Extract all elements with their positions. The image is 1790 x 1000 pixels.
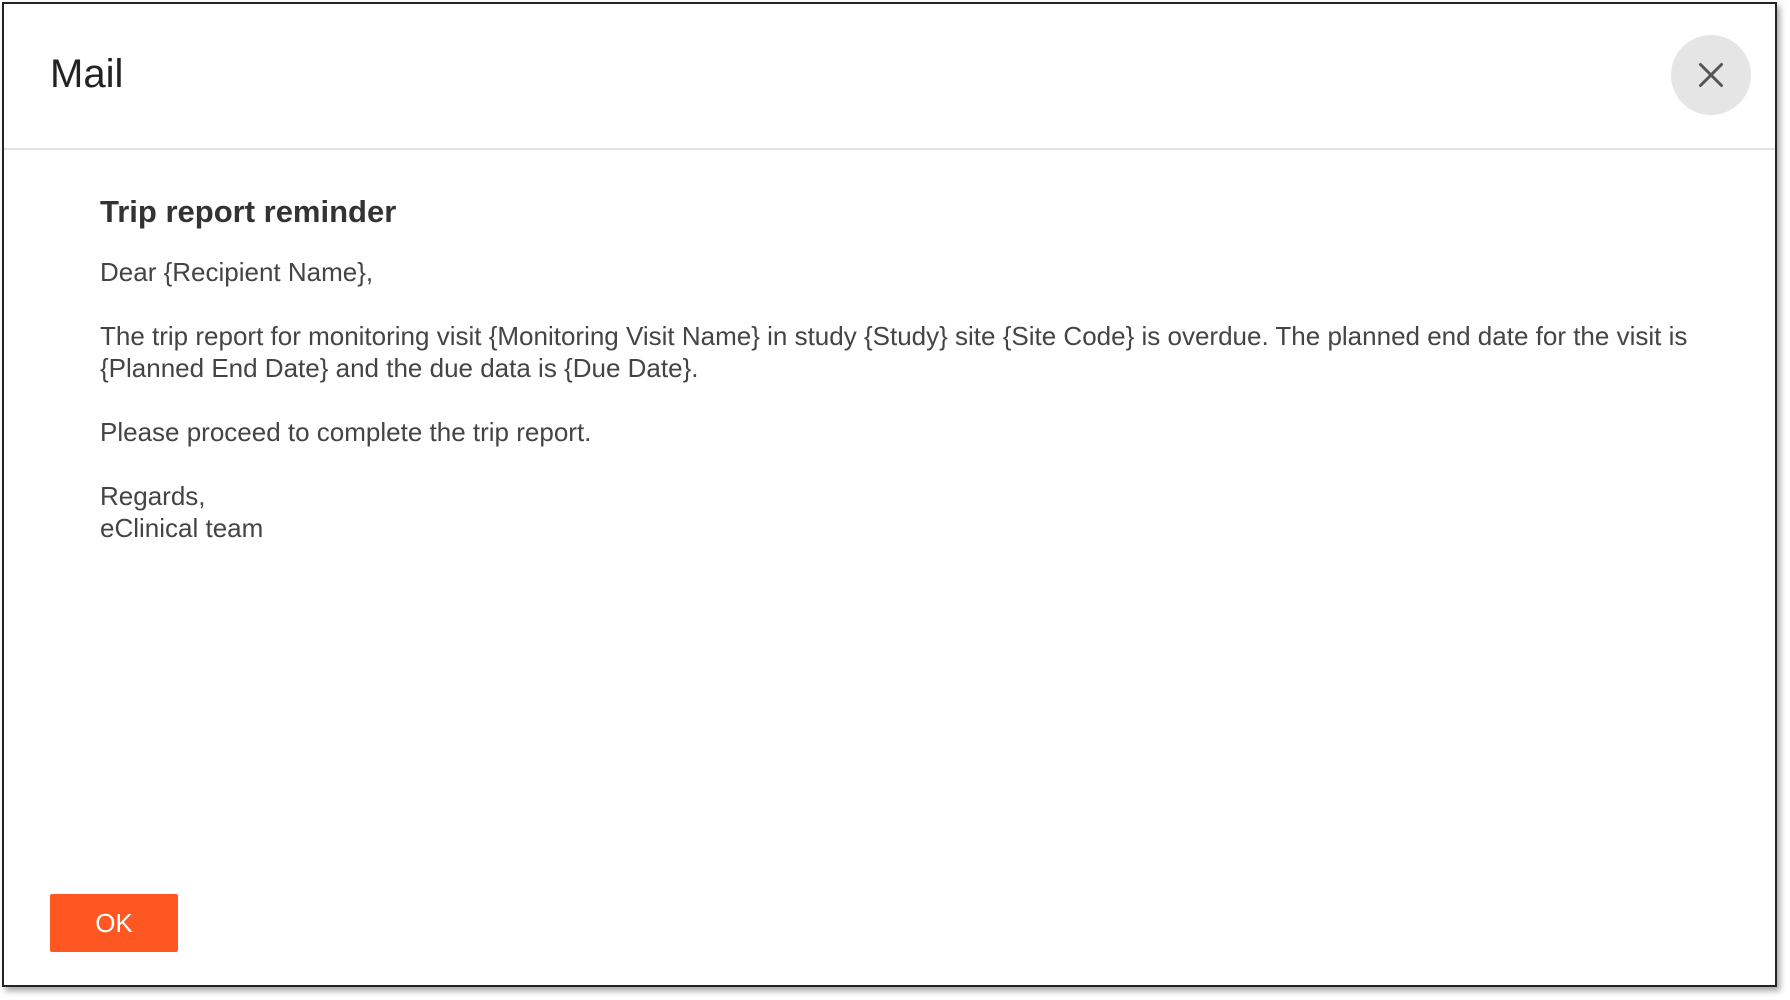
mail-dialog: Mail Trip report reminder Dear {Recipien… <box>2 2 1777 987</box>
ok-button[interactable]: OK <box>50 894 178 952</box>
mail-subject: Trip report reminder <box>100 194 397 229</box>
mail-message: The trip report for monitoring visit {Mo… <box>100 321 1688 383</box>
dialog-header: Mail <box>4 4 1775 150</box>
mail-instruction: Please proceed to complete the trip repo… <box>100 417 592 447</box>
mail-closing: Regards, <box>100 481 206 511</box>
mail-signoff: Regards, eClinical team <box>100 480 1729 544</box>
mail-signature: eClinical team <box>100 513 264 543</box>
close-icon <box>1699 63 1723 87</box>
mail-body: Trip report reminder Dear {Recipient Nam… <box>100 194 1729 576</box>
close-button[interactable] <box>1671 35 1751 115</box>
dialog-title: Mail <box>50 52 124 96</box>
mail-greeting: Dear {Recipient Name}, <box>100 257 374 287</box>
